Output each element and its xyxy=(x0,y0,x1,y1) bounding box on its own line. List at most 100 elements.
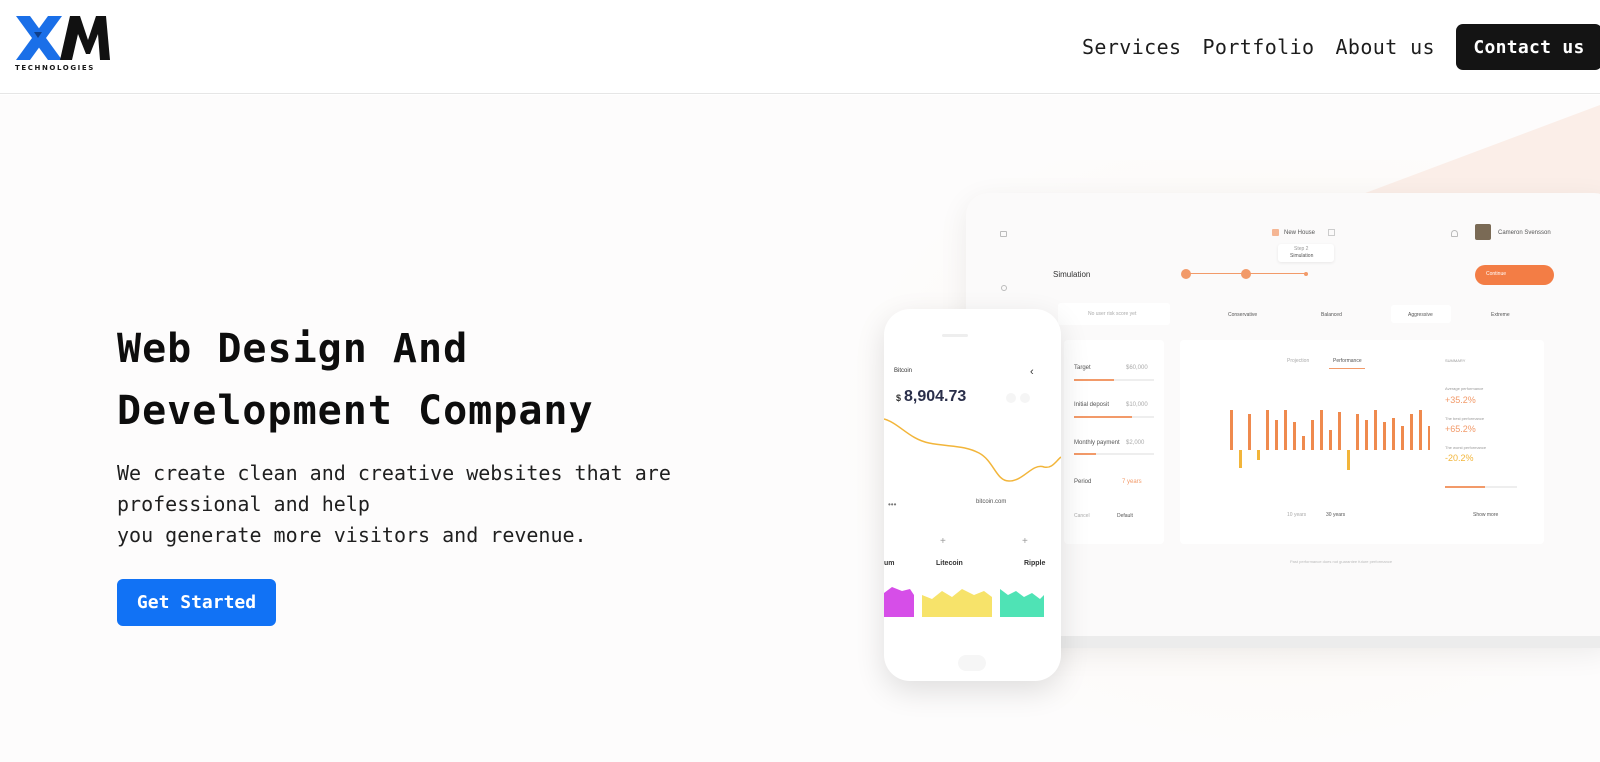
stat-label: The best performance xyxy=(1445,416,1485,421)
stepper-dot xyxy=(1241,269,1251,279)
mockup-bar xyxy=(1248,414,1251,450)
house-icon xyxy=(1272,229,1279,236)
mockup-bar xyxy=(1284,410,1287,450)
mockup-bar xyxy=(1374,410,1377,450)
mockup-bar xyxy=(1365,420,1368,450)
form-label: Period xyxy=(1074,479,1092,485)
stat-value: +35.2% xyxy=(1445,395,1476,405)
mockup-bar xyxy=(1410,414,1413,450)
mockup-bar xyxy=(1302,436,1305,450)
slider-track[interactable] xyxy=(1074,379,1154,381)
nav-about-link[interactable]: About us xyxy=(1335,35,1435,59)
laptop-mockup: New House Step 2 Simulation Cameron Sven… xyxy=(966,193,1600,645)
mockup-bar xyxy=(1338,412,1341,450)
coin-sparklines xyxy=(884,587,1044,617)
performance-card: Projection Performance 10 years 30 years… xyxy=(1180,340,1544,544)
more-icon[interactable]: ••• xyxy=(888,500,896,509)
nav-portfolio-link[interactable]: Portfolio xyxy=(1202,35,1314,59)
prev-icon[interactable] xyxy=(1006,393,1016,403)
coin-card-label: Litecoin xyxy=(936,560,963,567)
form-label: Initial deposit xyxy=(1074,402,1110,408)
risk-option[interactable]: Conservative xyxy=(1228,312,1257,318)
stat-value: +65.2% xyxy=(1445,424,1476,434)
home-icon xyxy=(1001,285,1007,291)
mockup-bar xyxy=(1230,410,1233,450)
simulation-form: Target $60,000 Initial deposit $10,000 M… xyxy=(1064,340,1164,544)
price-line-chart xyxy=(884,418,1061,482)
risk-option[interactable]: Balanced xyxy=(1321,312,1342,318)
hero-subtitle-line: We create clean and creative websites th… xyxy=(117,461,671,485)
get-started-button[interactable]: Get Started xyxy=(117,579,276,626)
form-value: $10,000 xyxy=(1126,402,1148,408)
step-number: Step 2 xyxy=(1294,246,1309,252)
stat-value: -20.2% xyxy=(1445,453,1474,463)
form-value: $60,000 xyxy=(1126,365,1148,371)
range-tab[interactable]: 30 years xyxy=(1326,512,1345,518)
menu-icon xyxy=(1000,231,1007,237)
source-link[interactable]: bitcoin.com xyxy=(976,499,1006,505)
user-name: Cameron Svensson xyxy=(1498,230,1551,236)
cancel-button[interactable]: Cancel xyxy=(1074,513,1090,519)
coin-card-label: Ripple xyxy=(1024,560,1046,567)
stat-label: Average performance xyxy=(1445,386,1484,391)
continue-label: Continue xyxy=(1486,271,1507,277)
mockup-bar xyxy=(1239,450,1242,468)
slider-track[interactable] xyxy=(1074,416,1154,418)
performance-bars xyxy=(1230,410,1430,470)
chart-tab[interactable]: Projection xyxy=(1287,358,1309,364)
nav-services-link[interactable]: Services xyxy=(1082,35,1182,59)
dashboard-title: New House xyxy=(1284,230,1316,236)
logo-mark-icon xyxy=(16,16,110,60)
stepper-dot xyxy=(1304,272,1308,276)
hero-title-line: Web Design And xyxy=(117,326,469,372)
risk-option[interactable]: Aggressive xyxy=(1408,312,1433,318)
mockup-bar xyxy=(1356,414,1359,450)
show-more-button[interactable]: Show more xyxy=(1473,512,1498,518)
form-value: $2,000 xyxy=(1126,440,1145,446)
decorative-shape xyxy=(1360,105,1600,195)
mockup-bar xyxy=(1320,410,1323,450)
xm-logo[interactable]: TECHNOLOGIES xyxy=(14,14,114,74)
mockup-bar xyxy=(1347,450,1350,470)
coin-card-label: um xyxy=(884,560,895,567)
form-label: Monthly payment xyxy=(1074,440,1120,446)
range-tab[interactable]: 10 years xyxy=(1287,512,1306,518)
slider-track[interactable] xyxy=(1074,453,1154,455)
risk-field[interactable]: No user risk score yet xyxy=(1058,303,1170,325)
mockup-bar xyxy=(1293,422,1296,450)
mockup-bar xyxy=(1392,418,1395,450)
logo-subtitle: TECHNOLOGIES xyxy=(15,64,95,72)
risk-option[interactable]: Extreme xyxy=(1491,312,1510,318)
tab-underline xyxy=(1329,368,1365,369)
mockup-bar xyxy=(1329,430,1332,450)
site-header: TECHNOLOGIES Services Portfolio About us… xyxy=(0,0,1600,94)
hero-subtitle-line: you generate more visitors and revenue. xyxy=(117,523,587,547)
form-label: Target xyxy=(1074,365,1091,371)
stat-label: The worst performance xyxy=(1445,445,1487,450)
default-button[interactable]: Default xyxy=(1117,513,1133,519)
section-title: Simulation xyxy=(1053,270,1091,279)
phone-home-button xyxy=(958,655,986,671)
add-icon[interactable]: + xyxy=(1022,536,1028,547)
risk-placeholder: No user risk score yet xyxy=(1088,311,1137,317)
add-icon[interactable]: + xyxy=(940,536,946,547)
coin-name: Bitcoin xyxy=(894,368,913,374)
back-icon[interactable]: ‹ xyxy=(1030,366,1034,378)
hero-subtitle-line: professional and help xyxy=(117,492,370,516)
chart-tab-active[interactable]: Performance xyxy=(1333,358,1362,364)
step-name: Simulation xyxy=(1290,253,1314,259)
mockup-bar xyxy=(1419,410,1422,450)
coin-price: 8,904.73 xyxy=(904,388,967,405)
bell-icon xyxy=(1451,230,1458,237)
phone-speaker xyxy=(942,334,968,337)
mockup-bar xyxy=(1428,426,1430,450)
next-icon[interactable] xyxy=(1020,393,1030,403)
mockup-bar xyxy=(1311,420,1314,450)
laptop-base xyxy=(1000,636,1600,648)
mockup-bar xyxy=(1257,450,1260,460)
phone-mockup: Bitcoin ‹ $ 8,904.73 ••• bitcoin.com um … xyxy=(884,309,1061,681)
continue-button[interactable]: Continue xyxy=(1475,265,1554,285)
avatar xyxy=(1475,224,1491,240)
mockup-bar xyxy=(1383,422,1386,450)
contact-button[interactable]: Contact us xyxy=(1456,24,1600,70)
